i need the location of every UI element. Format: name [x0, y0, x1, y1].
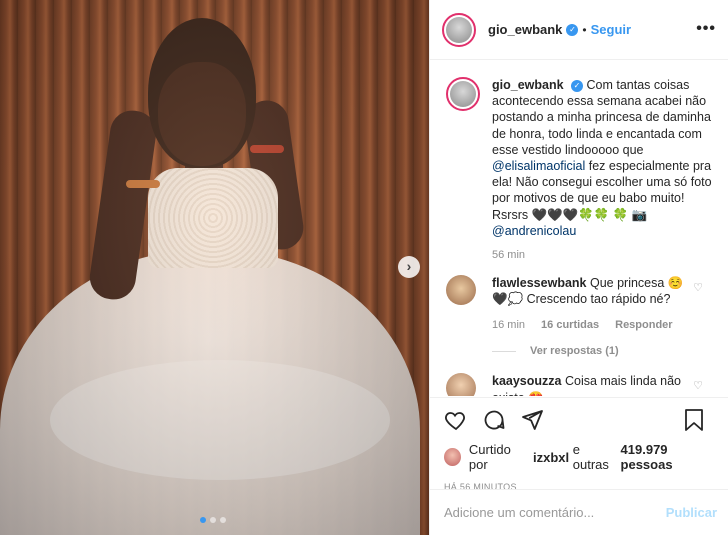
- view-replies-label: Ver respostas (1): [530, 345, 619, 358]
- caption-username[interactable]: gio_ewbank: [492, 78, 564, 92]
- post-actions: Curtido por izxbxl e outras 419.979 pess…: [430, 397, 728, 492]
- carousel-dot: [210, 517, 216, 523]
- avatar[interactable]: [444, 448, 461, 466]
- photo-shading: [0, 0, 429, 535]
- more-options-icon[interactable]: •••: [696, 20, 716, 38]
- caption: gio_ewbank ✓ Com tantas coisas acontecen…: [446, 77, 717, 239]
- comment-username[interactable]: kaaysouzza: [492, 374, 561, 388]
- separator-dot: •: [582, 22, 587, 37]
- share-icon[interactable]: [520, 408, 544, 432]
- add-comment-bar: Publicar: [430, 489, 728, 535]
- action-icons: [444, 406, 717, 434]
- comment-item: flawlessewbank Que princesa ☺️ 🖤💭 Cresce…: [446, 275, 717, 307]
- follow-button[interactable]: Seguir: [591, 22, 631, 37]
- comment-item: kaaysouzza Coisa mais linda não existe 😍…: [446, 373, 717, 396]
- heart-icon[interactable]: [444, 408, 468, 432]
- comment-input[interactable]: [444, 505, 666, 520]
- likes-prefix: Curtido por: [468, 442, 511, 472]
- likes-count[interactable]: 419.979 pessoas: [621, 442, 717, 472]
- verified-badge-icon: ✓: [566, 23, 579, 36]
- publish-button[interactable]: Publicar: [666, 505, 717, 520]
- comment-text: flawlessewbank Que princesa ☺️ 🖤💭 Cresce…: [492, 275, 692, 307]
- caption-time[interactable]: 56 min: [492, 249, 717, 261]
- verified-badge-icon: ✓: [571, 79, 584, 92]
- carousel-dot: [220, 517, 226, 523]
- comment-meta: 16 min 16 curtidas Responder: [492, 319, 717, 331]
- mention-link[interactable]: @andrenicolau: [492, 224, 576, 238]
- comment-likes[interactable]: 16 curtidas: [541, 319, 599, 331]
- post-side-panel: gio_ewbank ✓ • Seguir ••• gio_ewbank ✓ C…: [429, 0, 728, 535]
- like-comment-heart-icon[interactable]: ♡: [693, 379, 703, 392]
- comment-time[interactable]: 16 min: [492, 319, 525, 331]
- comment-icon[interactable]: [482, 408, 506, 432]
- bookmark-icon[interactable]: [683, 408, 705, 432]
- carousel-dot-active: [200, 517, 206, 523]
- avatar[interactable]: [446, 77, 480, 111]
- like-comment-heart-icon[interactable]: ♡: [693, 281, 703, 294]
- comments-section[interactable]: gio_ewbank ✓ Com tantas coisas acontecen…: [430, 61, 728, 396]
- header-username[interactable]: gio_ewbank: [488, 22, 562, 37]
- chevron-right-icon[interactable]: ›: [398, 256, 420, 278]
- post-photo[interactable]: ›: [0, 0, 429, 535]
- post-header: gio_ewbank ✓ • Seguir •••: [430, 0, 728, 60]
- replies-line: [492, 350, 516, 352]
- view-replies[interactable]: Ver respostas (1): [492, 345, 717, 357]
- caption-text: gio_ewbank ✓ Com tantas coisas acontecen…: [492, 77, 717, 239]
- comment-text: kaaysouzza Coisa mais linda não existe 😍: [492, 373, 692, 396]
- comment-username[interactable]: flawlessewbank: [492, 276, 587, 290]
- avatar[interactable]: [442, 12, 476, 47]
- likes-summary: Curtido por izxbxl e outras 419.979 pess…: [444, 442, 717, 472]
- reply-button[interactable]: Responder: [615, 319, 672, 331]
- carousel-dots: [200, 517, 226, 523]
- likes-middle: e outras: [572, 442, 609, 472]
- avatar[interactable]: [446, 373, 476, 396]
- likes-user[interactable]: izxbxl: [533, 450, 569, 465]
- mention-link[interactable]: @elisalimaoficial: [492, 159, 585, 173]
- avatar[interactable]: [446, 275, 476, 306]
